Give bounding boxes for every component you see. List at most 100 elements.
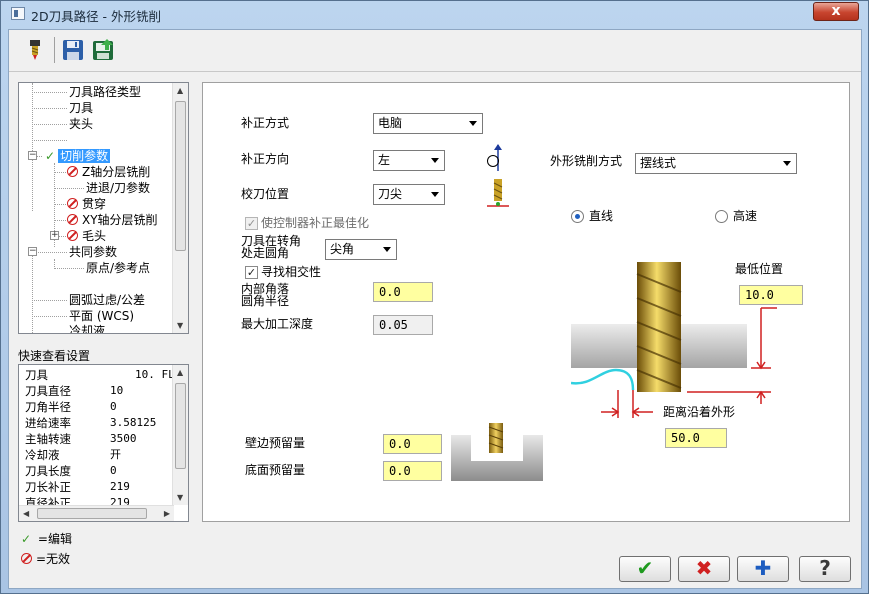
scroll-thumb[interactable] [37,508,147,519]
edited-check-icon: ✓ [21,532,32,546]
roll-corner-label-2: 处走圆角 [241,246,290,260]
tree-item-label: 贯穿 [82,197,107,211]
scroll-up-icon[interactable]: ▲ [177,86,183,95]
chevron-down-icon [783,161,791,166]
tree-item-coolant[interactable]: 冷却液 [69,323,105,333]
linear-label: 直线 [589,209,614,223]
tip-comp-select[interactable]: 刀尖 [373,184,445,205]
disabled-icon [67,166,78,177]
tree-item-xy-multipass[interactable]: XY轴分层铣削 [67,212,158,228]
tree-item-tabs[interactable]: 毛头 [67,228,106,244]
tree-item-toolpath-type[interactable]: 刀具路径类型 [69,84,141,100]
wall-stock-input[interactable]: 0.0 [383,434,442,454]
find-intersect-checkbox[interactable]: ✓ [245,266,258,279]
close-button[interactable]: x [813,2,859,21]
legend-edited: ✓ =编辑 [21,532,72,546]
disabled-icon [67,198,78,209]
tree-item-cut-params[interactable]: ✓ 切削参数 [45,148,111,164]
min-position-label: 最低位置 [735,262,784,276]
tree-item-arc-filter[interactable]: 圆弧过虑/公差 [69,292,145,308]
scroll-up-icon[interactable]: ▲ [177,368,183,377]
legend-disabled: =无效 [21,550,70,567]
chevron-down-icon [469,121,477,126]
scroll-right-icon[interactable]: ▶ [164,509,170,518]
save-icon[interactable] [61,38,85,62]
dialog-window: 2D刀具路径 - 外形铣削 x 刀具路径类型 刀具 夹头 − ✓ 切削参数 Z轴… [0,0,869,594]
scroll-down-icon[interactable]: ▼ [177,321,183,330]
title-bar: 2D刀具路径 - 外形铣削 x [1,1,868,27]
max-depth-input[interactable]: 0.05 [373,315,433,335]
chevron-down-icon [431,192,439,197]
chevron-down-icon [383,247,391,252]
comp-direction-icon [487,144,502,171]
quick-view-panel: 刀具10. FLA... 刀具直径10 刀角半径0 进给速率3.58125 主轴… [18,364,189,522]
tree-item-lead-in-out[interactable]: 进退/刀参数 [86,180,150,196]
inner-radius-input[interactable]: 0.0 [373,282,433,302]
tree-item-holder[interactable]: 夹头 [69,116,93,132]
comp-type-select[interactable]: 电脑 [373,113,483,134]
max-depth-label: 最大加工深度 [241,317,314,331]
tree-item-linking-params[interactable]: 共同参数 [69,244,117,260]
comp-type-label: 补正方式 [241,116,290,130]
collapse-toggle-linking[interactable]: − [28,247,37,256]
tree-item-label: 切削参数 [58,149,111,163]
min-position-input[interactable]: 10.0 [739,285,803,305]
disabled-icon [21,553,32,564]
highspeed-radio[interactable] [715,210,728,223]
linear-radio[interactable] [571,210,584,223]
stock-preview-image [451,423,543,481]
chevron-down-icon [431,158,439,163]
tree-item-break-through[interactable]: 贯穿 [67,196,106,212]
dist-along-input[interactable]: 50.0 [665,428,727,448]
inner-radius-label-2: 圆角半径 [241,294,290,308]
toolbar-separator [54,37,55,63]
quick-view-title: 快速查看设置 [18,349,91,363]
collapse-toggle-cut-params[interactable]: − [28,151,37,160]
toolbar [9,30,861,72]
tree-item-tool[interactable]: 刀具 [69,100,93,116]
floor-stock-label: 底面预留量 [245,463,306,477]
export-icon[interactable] [91,38,115,62]
optimize-checkbox[interactable]: ✓ [245,217,258,230]
window-app-icon [11,7,25,20]
help-button[interactable]: ? [799,556,851,582]
find-intersect-label: 寻找相交性 [261,265,322,279]
tool-tip-icon [487,179,509,207]
scroll-thumb[interactable] [175,383,186,469]
dist-along-label: 距离沿着外形 [663,405,736,419]
tree-scrollbar[interactable]: ▲ ▼ [172,83,188,333]
quick-view-list: 刀具10. FLA... 刀具直径10 刀角半径0 进给速率3.58125 主轴… [25,368,174,505]
comp-dir-select[interactable]: 左 [373,150,445,171]
contour-type-select[interactable]: 摆线式 [635,153,797,174]
wall-stock-label: 壁边预留量 [245,436,306,450]
contour-type-label: 外形铣削方式 [550,154,623,168]
param-tree: 刀具路径类型 刀具 夹头 − ✓ 切削参数 Z轴分层铣削 进退/刀参数 贯穿 XY… [19,83,174,333]
scroll-thumb[interactable] [175,101,186,251]
tree-item-z-depth[interactable]: Z轴分层铣削 [67,164,150,180]
expand-toggle-tabs[interactable]: + [50,231,59,240]
disabled-icon [67,214,78,225]
quick-view-vscroll[interactable]: ▲ ▼ [172,365,188,505]
roll-corner-select[interactable]: 尖角 [325,239,397,260]
cut-params-panel: 补正方式 电脑 补正方向 左 校刀位置 刀尖 ✓ 使控制器补正最佳化 刀具在转角… [202,82,850,522]
tool-icon[interactable] [23,38,47,62]
ok-button[interactable]: ✔ [619,556,671,582]
tree-item-label: Z轴分层铣削 [82,165,151,179]
highspeed-label: 高速 [733,209,758,223]
floor-stock-input[interactable]: 0.0 [383,461,442,481]
client-area: 刀具路径类型 刀具 夹头 − ✓ 切削参数 Z轴分层铣削 进退/刀参数 贯穿 XY… [8,29,862,589]
quick-view-hscroll[interactable]: ◀ ▶ [19,505,174,521]
comp-dir-label: 补正方向 [241,152,290,166]
tree-item-home-ref[interactable]: 原点/参考点 [86,260,150,276]
disabled-icon [67,230,78,241]
tree-item-plane-wcs[interactable]: 平面 (WCS) [69,308,134,324]
cancel-button[interactable]: ✖ [678,556,730,582]
contour-ramp-diagram [571,262,777,418]
edited-check-icon: ✓ [45,149,56,163]
scroll-down-icon[interactable]: ▼ [177,493,183,502]
add-button[interactable]: ✚ [737,556,789,582]
window-title: 2D刀具路径 - 外形铣削 [31,9,162,24]
tree-item-label: 毛头 [82,229,107,243]
scroll-left-icon[interactable]: ◀ [23,509,29,518]
optimize-label: 使控制器补正最佳化 [261,216,370,230]
